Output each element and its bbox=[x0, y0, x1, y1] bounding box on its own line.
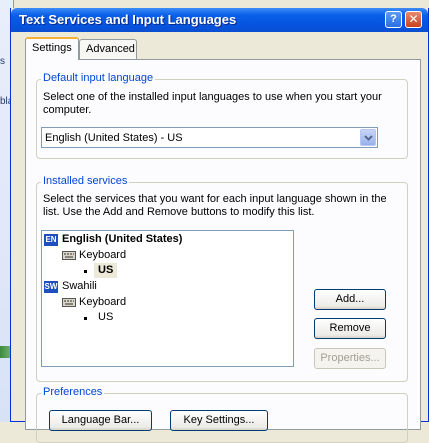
tree-layout-us-selected[interactable]: US bbox=[82, 263, 142, 278]
layout-name: US bbox=[94, 263, 118, 278]
chevron-down-icon bbox=[364, 135, 373, 141]
text-services-dialog: Text Services and Input Languages ? ✕ Se… bbox=[10, 8, 429, 443]
keyboard-icon bbox=[62, 251, 76, 260]
group-label: Default input language bbox=[41, 72, 156, 84]
key-settings-button[interactable]: Key Settings... bbox=[170, 410, 268, 431]
group-label: Installed services bbox=[41, 175, 130, 187]
language-name: Swahili bbox=[62, 280, 97, 292]
dropdown-button[interactable] bbox=[360, 129, 376, 146]
tree-category-keyboard[interactable]: Keyboard bbox=[62, 295, 182, 310]
tree-language-swahili[interactable]: SW Swahili bbox=[44, 279, 244, 294]
title-bar[interactable]: Text Services and Input Languages ? ✕ bbox=[11, 8, 428, 32]
layout-name: US bbox=[98, 311, 114, 323]
bullet-icon bbox=[84, 270, 87, 273]
properties-button: Properties... bbox=[314, 348, 386, 369]
group-label: Preferences bbox=[41, 386, 105, 398]
remove-button[interactable]: Remove bbox=[314, 318, 386, 339]
language-bar-button[interactable]: Language Bar... bbox=[49, 410, 152, 431]
default-language-description: Select one of the installed input langua… bbox=[43, 91, 382, 116]
language-badge-icon: EN bbox=[44, 234, 58, 246]
dropdown-value: English (United States) - US bbox=[45, 132, 183, 144]
add-button[interactable]: Add... bbox=[314, 289, 386, 310]
installed-services-description: Select the services that you want for ea… bbox=[43, 193, 387, 218]
close-button[interactable]: ✕ bbox=[405, 11, 422, 28]
language-name: English (United States) bbox=[62, 233, 183, 245]
category-name: Keyboard bbox=[79, 296, 127, 308]
settings-panel: Default input language Select one of the… bbox=[25, 59, 421, 443]
tree-category-keyboard[interactable]: Keyboard bbox=[62, 248, 182, 263]
default-input-language-group: Default input language Select one of the… bbox=[36, 72, 408, 159]
tab-settings[interactable]: Settings bbox=[25, 37, 79, 60]
keyboard-icon bbox=[62, 298, 76, 307]
tree-language-english[interactable]: EN English (United States) bbox=[44, 232, 284, 247]
tree-layout-us[interactable]: US bbox=[82, 310, 142, 325]
window-title: Text Services and Input Languages bbox=[19, 12, 237, 27]
background-text: s bbox=[0, 56, 5, 67]
language-badge-icon: SW bbox=[44, 281, 58, 293]
category-name: Keyboard bbox=[79, 249, 127, 261]
default-language-dropdown[interactable]: English (United States) - US bbox=[41, 127, 378, 148]
preferences-group: Preferences Language Bar... Key Settings… bbox=[36, 386, 408, 443]
installed-services-group: Installed services Select the services t… bbox=[36, 175, 408, 382]
bullet-icon bbox=[84, 317, 87, 320]
help-button[interactable]: ? bbox=[385, 11, 402, 28]
installed-services-tree[interactable]: EN English (United States) Keyboard US S… bbox=[41, 230, 294, 367]
tab-advanced[interactable]: Advanced bbox=[79, 39, 137, 59]
